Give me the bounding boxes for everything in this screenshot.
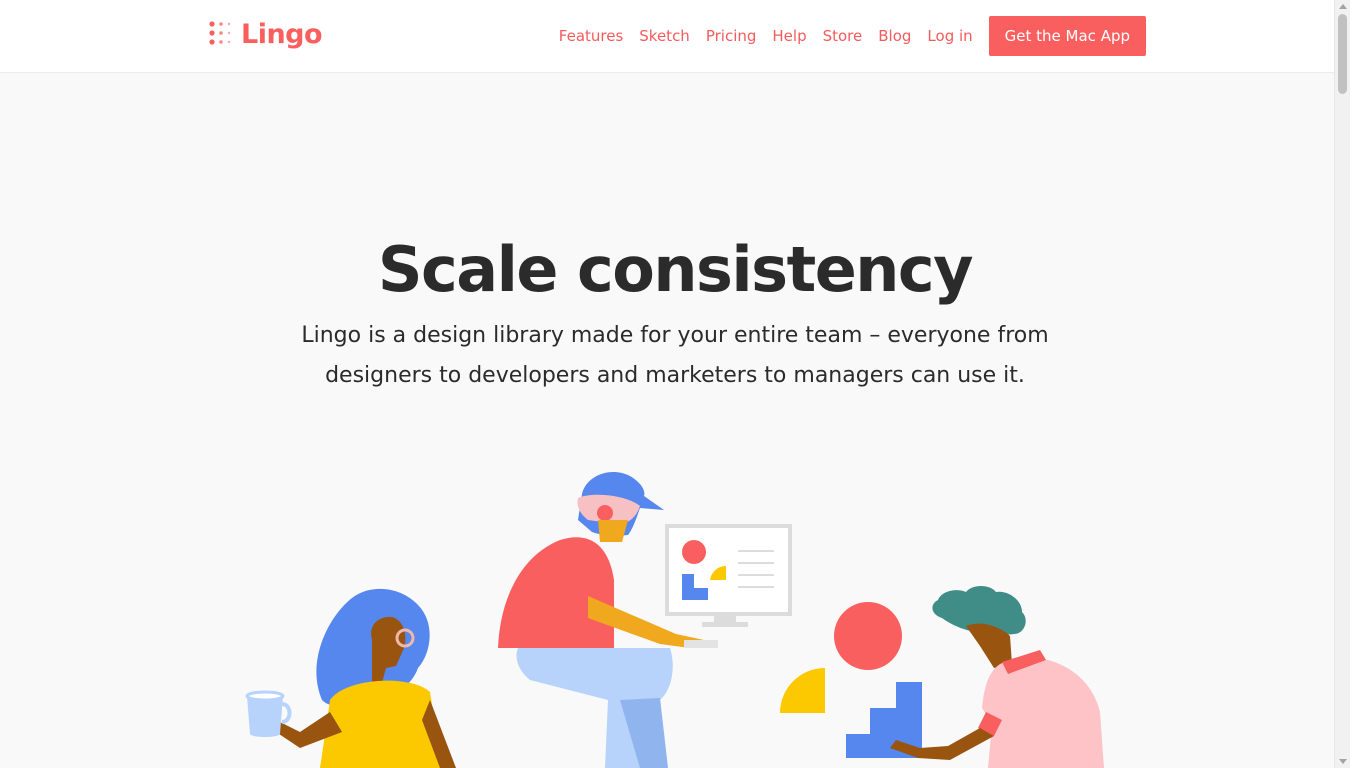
- person-building-blocks-illustration: [890, 586, 1104, 768]
- person-with-cap-illustration: [498, 472, 792, 768]
- hero-illustration: [245, 472, 1104, 768]
- nav-link-store[interactable]: Store: [823, 27, 863, 45]
- nav-link-blog[interactable]: Blog: [878, 27, 911, 45]
- nav-link-pricing[interactable]: Pricing: [706, 27, 757, 45]
- nav-link-sketch[interactable]: Sketch: [639, 27, 690, 45]
- page: Lingo Features Sketch Pricing Help Store…: [0, 0, 1350, 768]
- floating-shapes-illustration: [780, 602, 922, 758]
- hero-title: Scale consistency: [377, 233, 974, 306]
- top-navigation-bar: Lingo Features Sketch Pricing Help Store…: [0, 0, 1350, 73]
- nav-link-log-in[interactable]: Log in: [927, 27, 972, 45]
- hero-subtitle: Lingo is a design library made for your …: [301, 323, 1049, 388]
- logo-wordmark: Lingo: [241, 18, 323, 50]
- nav-link-help[interactable]: Help: [772, 27, 806, 45]
- nav-link-features[interactable]: Features: [559, 27, 624, 45]
- scrollbar-thumb[interactable]: [1338, 14, 1347, 94]
- scroll-up-arrow-icon[interactable]: [1339, 4, 1347, 9]
- lingo-logo-icon: [209, 21, 231, 45]
- person-with-mug-illustration: [245, 588, 456, 768]
- scroll-down-arrow-icon[interactable]: [1339, 759, 1347, 764]
- get-mac-app-button[interactable]: Get the Mac App: [988, 16, 1146, 56]
- lingo-logo-link[interactable]: Lingo: [209, 14, 323, 54]
- main-nav: Features Sketch Pricing Help Store Blog …: [543, 16, 1146, 56]
- page-scrollbar[interactable]: [1334, 0, 1350, 768]
